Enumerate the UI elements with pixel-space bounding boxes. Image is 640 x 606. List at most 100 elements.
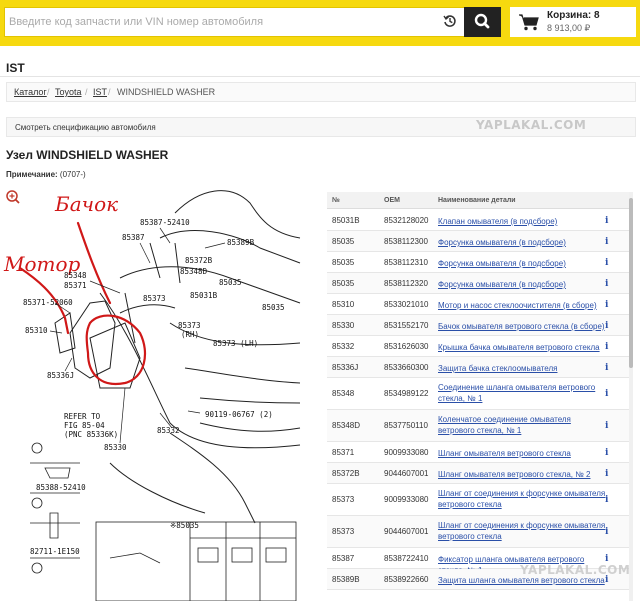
part-number: 85310 <box>332 300 355 309</box>
part-oem[interactable]: 9009933080 <box>384 495 429 504</box>
part-number: 85031B <box>332 216 360 225</box>
table-row[interactable]: 85031B 8532128020 Клапан омывателя (в подс… <box>327 210 629 231</box>
svg-text:85330: 85330 <box>104 443 127 452</box>
part-oem[interactable]: 8538112300 <box>384 237 428 246</box>
part-oem[interactable]: 8538112310 <box>384 258 428 267</box>
breadcrumb-toyota[interactable]: Toyota <box>55 87 82 97</box>
page-title: Узел WINDSHIELD WASHER <box>6 148 169 162</box>
part-name-link[interactable]: Соединение шланга омывателя ветрового ст… <box>438 382 608 404</box>
svg-text:85348: 85348 <box>64 271 87 280</box>
info-icon[interactable]: i <box>605 279 608 289</box>
part-name-link[interactable]: Защита бачка стеклоомывателя <box>438 363 608 374</box>
history-icon[interactable] <box>441 14 459 32</box>
part-oem[interactable]: 8538922660 <box>384 575 429 584</box>
info-icon[interactable]: i <box>605 527 608 537</box>
cart-title: Корзина: 8 <box>547 10 600 21</box>
table-row[interactable]: 85372B 9044607001 Шланг омывателя ветровог… <box>327 463 629 484</box>
part-name-link[interactable]: Коленчатое соединение омывателя ветровог… <box>438 414 608 436</box>
part-name-link[interactable]: Бачок омывателя ветрового стекла (в сбор… <box>438 321 608 332</box>
info-icon[interactable]: i <box>605 363 608 373</box>
breadcrumb-separator: / <box>47 87 50 97</box>
info-icon[interactable]: i <box>605 258 608 268</box>
table-row[interactable]: 85310 8533021010 Мотор и насос стеклоочист… <box>327 294 629 315</box>
search-button[interactable] <box>464 7 501 37</box>
cart-widget[interactable]: Корзина: 8 8 913,00 ₽ <box>510 7 636 37</box>
part-name-link[interactable]: Мотор и насос стеклоочистителя (в сборе) <box>438 300 608 311</box>
part-oem[interactable]: 8533660300 <box>384 363 429 372</box>
zoom-in-icon[interactable] <box>6 190 20 204</box>
part-number: 85035 <box>332 279 355 288</box>
svg-text:85387: 85387 <box>122 233 145 242</box>
table-row[interactable]: 85332 8531626030 Крышка бачка омывателя ве… <box>327 336 629 357</box>
table-row[interactable]: 85330 8531552170 Бачок омывателя ветрового… <box>327 315 629 336</box>
breadcrumb-catalog[interactable]: Каталог <box>14 87 47 97</box>
table-row[interactable]: 85348D 8537750110 Коленчатое соединение ом… <box>327 410 629 442</box>
svg-text:85388-52410: 85388-52410 <box>36 483 86 492</box>
cart-total: 8 913,00 ₽ <box>547 23 591 33</box>
info-icon[interactable]: i <box>605 216 608 226</box>
table-row[interactable]: 85035 8538112310 Форсунка омывателя (в под… <box>327 252 629 273</box>
svg-text:85348D: 85348D <box>180 267 208 276</box>
info-icon[interactable]: i <box>605 237 608 247</box>
info-icon[interactable]: i <box>605 495 608 505</box>
info-icon[interactable]: i <box>605 342 608 352</box>
part-oem[interactable]: 9044607001 <box>384 469 429 478</box>
table-row[interactable]: 85035 8538112320 Форсунка омывателя (в под… <box>327 273 629 294</box>
part-name-link[interactable]: Клапан омывателя (в подсборе) <box>438 216 608 227</box>
part-oem[interactable]: 8531626030 <box>384 342 429 351</box>
part-oem[interactable]: 8538722410 <box>384 554 429 563</box>
part-number: 85389B <box>332 575 360 584</box>
cart-icon <box>519 14 539 31</box>
breadcrumb-ist[interactable]: IST <box>93 87 107 97</box>
svg-text:85035: 85035 <box>219 278 242 287</box>
part-number: 85371 <box>332 448 355 457</box>
part-oem[interactable]: 8534989122 <box>384 389 429 398</box>
part-name-link[interactable]: Шланг от соединения к форсунке омывателя… <box>438 488 608 510</box>
info-icon[interactable]: i <box>605 448 608 458</box>
info-icon[interactable]: i <box>605 300 608 310</box>
table-row[interactable]: 85035 8538112300 Форсунка омывателя (в под… <box>327 231 629 252</box>
part-oem[interactable]: 8538112320 <box>384 279 428 288</box>
part-name-link[interactable]: Шланг от соединения к форсунке омывателя… <box>438 520 608 542</box>
annotation-tank: Бачок <box>54 192 118 216</box>
part-oem[interactable]: 9009933080 <box>384 448 429 457</box>
table-row[interactable]: 85371 9009933080 Шланг омывателя ветрового… <box>327 442 629 463</box>
part-oem[interactable]: 9044607001 <box>384 527 429 536</box>
part-oem[interactable]: 8537750110 <box>384 421 428 430</box>
table-row[interactable]: 85373 9044607001 Шланг от соединения к фор… <box>327 516 629 548</box>
info-icon[interactable]: i <box>605 321 608 331</box>
part-oem[interactable]: 8532128020 <box>384 216 429 225</box>
table-row[interactable]: 85348 8534989122 Соединение шланга омывате… <box>327 378 629 410</box>
table-row[interactable]: 85336J 8533660300 Защита бачка стеклоомыва… <box>327 357 629 378</box>
info-icon[interactable]: i <box>605 421 608 431</box>
header-part-name: Наименование детали <box>438 197 516 204</box>
part-number: 85332 <box>332 342 355 351</box>
note-label: Примечание: <box>6 170 58 179</box>
svg-text:85031B: 85031B <box>190 291 218 300</box>
svg-text:85372B: 85372B <box>185 256 213 265</box>
info-icon[interactable]: i <box>605 469 608 479</box>
parts-diagram[interactable]: Бачок Мотор 85387-52410 85387 85389B 853… <box>0 183 312 602</box>
part-number: 85348 <box>332 389 355 398</box>
part-name-link[interactable]: Форсунка омывателя (в подсборе) <box>438 237 608 248</box>
part-oem[interactable]: 8531552170 <box>384 321 429 330</box>
part-oem[interactable]: 8533021010 <box>384 300 429 309</box>
divider <box>0 76 640 77</box>
svg-text:85389B: 85389B <box>227 238 255 247</box>
table-row[interactable]: 85373 9009933080 Шланг от соединения к фор… <box>327 484 629 516</box>
info-icon[interactable]: i <box>605 389 608 399</box>
part-name-link[interactable]: Форсунка омывателя (в подсборе) <box>438 279 608 290</box>
svg-text:82711-1E150: 82711-1E150 <box>30 547 80 556</box>
part-name-link[interactable]: Крышка бачка омывателя ветрового стекла <box>438 342 608 353</box>
watermark-overlay: YAPLAKAL.COM <box>520 563 631 577</box>
svg-text:85371: 85371 <box>64 281 87 290</box>
svg-text:90119-06767 (2): 90119-06767 (2) <box>205 410 273 419</box>
scrollbar-thumb[interactable] <box>629 198 633 368</box>
page-label: IST <box>6 61 25 75</box>
part-name-link[interactable]: Шланг омывателя ветрового стекла <box>438 448 608 459</box>
search-input[interactable] <box>9 8 429 36</box>
svg-text:85373: 85373 <box>178 321 201 330</box>
part-name-link[interactable]: Шланг омывателя ветрового стекла, № 2 <box>438 469 608 480</box>
svg-text:(RH): (RH) <box>181 330 199 339</box>
part-name-link[interactable]: Форсунка омывателя (в подсборе) <box>438 258 608 269</box>
